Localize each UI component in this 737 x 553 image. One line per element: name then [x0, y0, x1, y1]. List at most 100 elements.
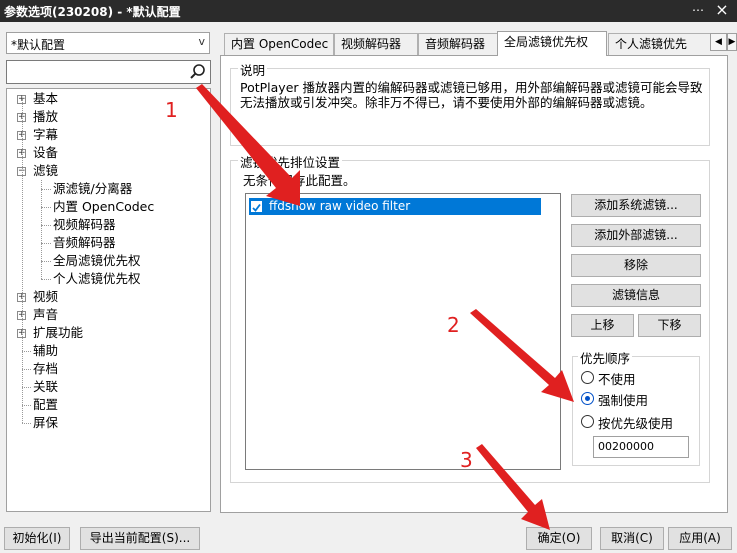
tree-item[interactable]: 视频 — [33, 288, 58, 306]
move-down-button[interactable]: 下移 — [638, 314, 701, 337]
radio-priority-use-label[interactable]: 按优先级使用 — [598, 413, 673, 432]
tree-item-label: 播放 — [33, 109, 59, 124]
close-icon[interactable]: × — [714, 2, 730, 18]
radio-force-use-label[interactable]: 强制使用 — [598, 390, 648, 409]
tree-item[interactable]: 扩展功能 — [33, 324, 83, 342]
tree-item[interactable]: 声音 — [33, 306, 58, 324]
tree-item[interactable]: 音频解码器 — [53, 234, 116, 252]
tab-global-filter[interactable]: 全局滤镜优先权 — [497, 31, 607, 56]
tree-item-label: 配置 — [33, 397, 59, 412]
description-legend: 说明 — [238, 60, 268, 79]
tree-connector — [22, 387, 31, 388]
tab-personal-filter[interactable]: 个人滤镜优先 — [608, 33, 710, 55]
tree-item[interactable]: 全局滤镜优先权 — [53, 252, 141, 270]
ok-button[interactable]: 确定(O) — [526, 527, 592, 550]
tree-item-label: 基本 — [33, 91, 59, 106]
annotation-number-2: 2 — [447, 313, 460, 337]
tree-connector — [41, 279, 51, 280]
tree-item[interactable]: 设备 — [33, 144, 58, 162]
tree-item[interactable]: 配置 — [33, 396, 58, 414]
tree-connector — [22, 351, 31, 352]
tree-item[interactable]: 滤镜 — [33, 162, 58, 180]
tree-item[interactable]: 个人滤镜优先权 — [53, 270, 141, 288]
tree-connector — [22, 405, 31, 406]
tab-scroll-right-icon[interactable]: ▶ — [727, 33, 737, 51]
tree-item[interactable]: 字幕 — [33, 126, 58, 144]
radio-not-use-label[interactable]: 不使用 — [598, 369, 636, 388]
list-item[interactable]: ffdshow raw video filter — [249, 198, 541, 215]
tab-opencodec[interactable]: 内置 OpenCodec — [224, 33, 334, 55]
priority-order-legend: 优先顺序 — [578, 348, 633, 367]
tree-item-label: 设备 — [33, 145, 59, 160]
radio-priority-use[interactable] — [581, 415, 594, 428]
tree-item-label: 全局滤镜优先权 — [53, 253, 141, 268]
search-icon[interactable] — [189, 63, 207, 81]
priority-value-field[interactable]: 00200000 — [593, 436, 689, 458]
tree-item-label: 存档 — [33, 361, 59, 376]
filter-checkbox[interactable] — [250, 200, 263, 213]
tree-item-label: 辅助 — [33, 343, 59, 358]
annotation-number-1: 1 — [165, 98, 178, 122]
tree-item-label: 源滤镜/分离器 — [53, 181, 133, 196]
tree-connector — [41, 225, 51, 226]
filter-name: ffdshow raw video filter — [269, 199, 411, 213]
tab-strip: 内置 OpenCodec 视频解码器 音频解码器 个人滤镜优先 — [224, 31, 710, 55]
tree-item-label: 个人滤镜优先权 — [53, 271, 141, 286]
radio-not-use[interactable] — [581, 371, 594, 384]
filter-list[interactable]: ffdshow raw video filter — [245, 193, 561, 470]
profile-select[interactable]: *默认配置 v — [6, 32, 210, 54]
title-bar: 参数选项(230208) - *默认配置 ⋯ × — [0, 0, 737, 22]
tree-item-label: 声音 — [33, 307, 59, 322]
tree-connector — [41, 180, 42, 279]
tab-video-decoder[interactable]: 视频解码器 — [334, 33, 418, 55]
apply-button[interactable]: 应用(A) — [668, 527, 732, 550]
profile-select-value: *默认配置 — [11, 38, 66, 52]
cancel-button[interactable]: 取消(C) — [600, 527, 664, 550]
tree-item[interactable]: 存档 — [33, 360, 58, 378]
init-button[interactable]: 初始化(I) — [4, 527, 70, 550]
tree-item-label: 滤镜 — [33, 163, 59, 178]
tree-item[interactable]: 内置 OpenCodec — [53, 198, 154, 216]
description-text: PotPlayer 播放器内置的编解码器或滤镜已够用，用外部编解码器或滤镜可能会… — [240, 80, 703, 110]
extra-icon[interactable]: ⋯ — [690, 2, 706, 18]
tree-item-label: 视频 — [33, 289, 59, 304]
tree-connector — [41, 261, 51, 262]
check-icon — [252, 203, 261, 212]
window-title: 参数选项(230208) - *默认配置 — [4, 5, 181, 19]
tree-item-label: 扩展功能 — [33, 325, 84, 340]
tree-item[interactable]: 播放 — [33, 108, 58, 126]
tree-item-label: 字幕 — [33, 127, 59, 142]
tab-audio-decoder[interactable]: 音频解码器 — [418, 33, 498, 55]
tree-item-label: 内置 OpenCodec — [53, 199, 155, 214]
add-system-filter-button[interactable]: 添加系统滤镜... — [571, 194, 701, 217]
tree-item-label: 视频解码器 — [53, 217, 116, 232]
priority-settings-note: 无条件保存此配置。 — [243, 173, 356, 188]
export-config-button[interactable]: 导出当前配置(S)... — [80, 527, 200, 550]
radio-force-use[interactable] — [581, 392, 594, 405]
tree-item[interactable]: 关联 — [33, 378, 58, 396]
tree-item[interactable]: 源滤镜/分离器 — [53, 180, 132, 198]
tree-connector — [22, 99, 23, 423]
tree-connector — [41, 207, 51, 208]
filter-info-button[interactable]: 滤镜信息 — [571, 284, 701, 307]
move-up-button[interactable]: 上移 — [571, 314, 634, 337]
tree-connector — [41, 243, 51, 244]
tree-item[interactable]: 屏保 — [33, 414, 58, 432]
tree-item-label: 屏保 — [33, 415, 59, 430]
tree-item[interactable]: 辅助 — [33, 342, 58, 360]
tree-connector — [41, 189, 51, 190]
tree-item-label: 关联 — [33, 379, 59, 394]
tab-scroll-left-icon[interactable]: ◀ — [710, 33, 727, 51]
search-input[interactable] — [6, 60, 211, 84]
chevron-down-icon: v — [198, 35, 205, 48]
settings-tree: 基本 + 播放 + 字幕 + 设备 + 滤镜 − 源滤镜/分离器 内置 OpenCodec 视频解码器音… — [6, 88, 211, 512]
add-external-filter-button[interactable]: 添加外部滤镜... — [571, 224, 701, 247]
tree-item[interactable]: 视频解码器 — [53, 216, 116, 234]
tree-item-label: 音频解码器 — [53, 235, 116, 250]
tree-connector — [22, 369, 31, 370]
priority-settings-legend: 滤镜优先排位设置 — [238, 152, 343, 171]
remove-button[interactable]: 移除 — [571, 254, 701, 277]
tree-connector — [22, 423, 31, 424]
tree-item[interactable]: 基本 — [33, 90, 58, 108]
annotation-number-3: 3 — [460, 448, 473, 472]
